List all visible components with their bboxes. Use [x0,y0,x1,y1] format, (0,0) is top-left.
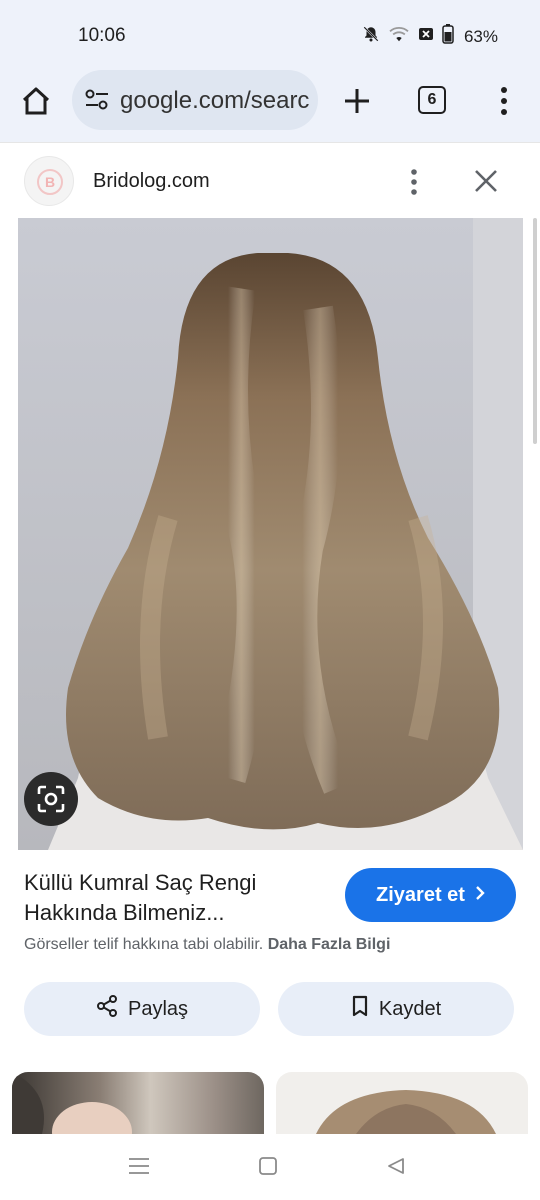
source-logo-letter: B [37,169,63,195]
hair-photo[interactable] [18,218,523,850]
more-vert-icon[interactable] [494,84,514,118]
browser-toolbar: google.com/search 6 [0,68,540,142]
tune-icon[interactable] [84,88,110,117]
tab-switcher-button[interactable]: 6 [418,86,446,114]
system-navigation-bar [0,1134,540,1200]
image-viewer [0,218,540,850]
copyright-notice: Görseller telif hakkına tabi olabilir. D… [24,936,390,954]
url-bar[interactable]: google.com/search [72,70,318,130]
google-lens-button[interactable] [24,772,78,826]
home-square-icon[interactable] [258,1156,278,1181]
save-label: Kaydet [378,997,442,1020]
close-icon[interactable] [472,167,500,195]
share-button[interactable]: Paylaş [24,982,260,1036]
back-triangle-icon[interactable] [386,1156,406,1181]
related-image-thumbnail[interactable] [276,1072,528,1134]
wifi-icon [388,25,410,48]
url-text[interactable]: google.com/search [120,87,310,115]
save-button[interactable]: Kaydet [278,982,514,1036]
copyright-text: Görseller telif hakkına tabi olabilir. [24,936,264,953]
visit-button[interactable]: Ziyaret et [345,868,516,922]
status-icons: 63% [362,24,498,49]
home-icon[interactable] [18,83,54,119]
learn-more-link[interactable]: Daha Fazla Bilgi [268,936,391,953]
battery-percent: 63% [463,26,498,46]
no-sim-icon [418,26,434,47]
bell-off-icon [362,25,380,48]
menu-icon[interactable] [128,1156,150,1181]
related-image-thumbnail[interactable] [12,1072,264,1134]
battery-icon [442,24,454,49]
result-title[interactable]: Küllü Kumral Saç Rengi Hakkında Bilmeniz… [24,868,324,928]
visit-button-label: Ziyaret et [376,883,465,906]
bookmark-icon [351,995,369,1023]
source-header: B Bridolog.com [0,142,540,218]
share-icon [96,995,118,1023]
new-tab-plus-icon[interactable] [340,84,374,118]
scrollbar[interactable] [533,218,537,444]
source-logo[interactable]: B [24,156,74,206]
status-time: 10:06 [78,25,126,46]
lens-icon [37,785,65,813]
share-label: Paylaş [127,997,189,1020]
source-name[interactable]: Bridolog.com [93,170,210,193]
status-bar: 10:06 63% [0,0,540,68]
chevron-right-icon [475,884,485,907]
source-more-icon[interactable] [404,167,424,197]
